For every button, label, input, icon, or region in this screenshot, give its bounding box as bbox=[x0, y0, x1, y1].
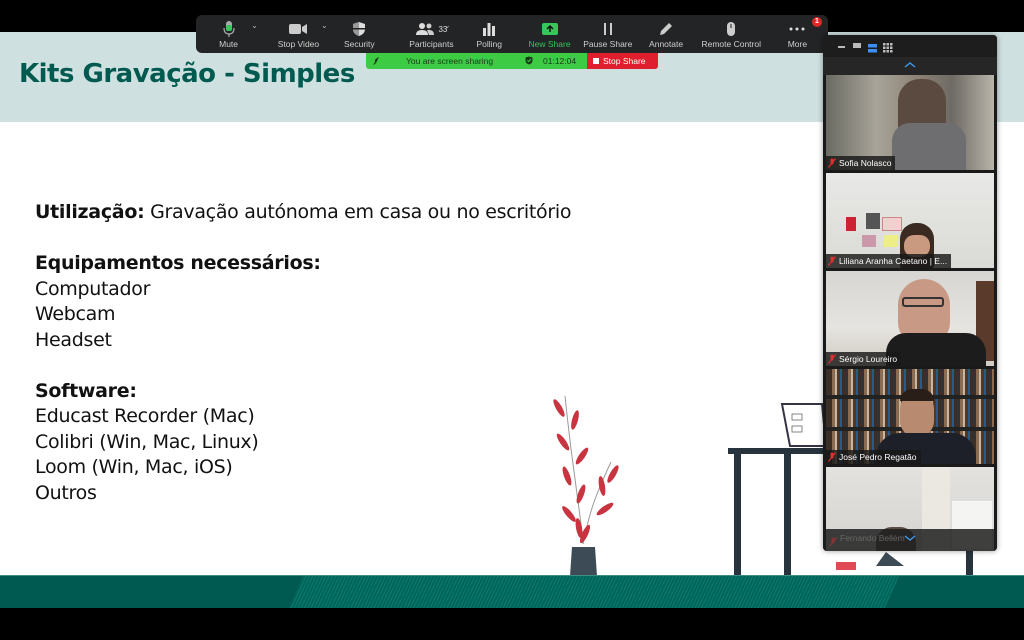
participant-name: Sofia Nolasco bbox=[839, 158, 892, 168]
mute-options-caret[interactable]: ⌄ bbox=[251, 21, 258, 30]
stop-share-button[interactable]: Stop Share bbox=[587, 53, 658, 69]
scroll-up-button[interactable] bbox=[823, 57, 997, 75]
polling-button[interactable]: Polling bbox=[465, 15, 514, 53]
scroll-down-button[interactable]: Fernando Bellém bbox=[823, 529, 997, 551]
remote-control-label: Remote Control bbox=[701, 39, 761, 49]
security-button[interactable]: Security bbox=[334, 15, 385, 53]
usage-text: Gravação autónoma em casa ou no escritór… bbox=[144, 201, 572, 223]
participant-video-panel: Sofia Nolasco Liliana Aranha Caetano | E… bbox=[823, 35, 997, 551]
participants-options-caret[interactable]: ⌄ bbox=[444, 21, 451, 30]
more-dots-icon bbox=[789, 19, 805, 39]
minimize-icon[interactable] bbox=[838, 46, 845, 48]
participant-name: José Pedro Regatão bbox=[839, 452, 917, 462]
annotate-label: Annotate bbox=[649, 39, 684, 49]
usage-label: Utilização: bbox=[35, 201, 145, 223]
video-options-caret[interactable]: ⌄ bbox=[321, 21, 328, 30]
pause-share-label: Pause Share bbox=[583, 39, 633, 49]
muted-mic-icon bbox=[828, 256, 836, 266]
muted-mic-icon bbox=[828, 452, 836, 462]
encryption-shield-icon bbox=[525, 56, 533, 67]
participant-name: Sérgio Loureiro bbox=[839, 354, 898, 364]
shield-icon bbox=[352, 19, 366, 39]
polling-label: Polling bbox=[476, 39, 502, 49]
participant-name-bar: Liliana Aranha Caetano | E... bbox=[826, 254, 952, 268]
video-tile[interactable]: Sofia Nolasco bbox=[826, 75, 994, 170]
participant-name: Fernando Bellém bbox=[840, 533, 905, 543]
bar-chart-icon bbox=[482, 19, 496, 39]
hide-video-icon[interactable] bbox=[853, 43, 861, 48]
strip-view-icon[interactable] bbox=[868, 40, 877, 58]
meeting-toolbar: Mute ⌄ Stop Video ⌄ Security 33 Particip… bbox=[196, 15, 828, 53]
gallery-view-icon[interactable] bbox=[883, 40, 893, 58]
slide-content: Utilização: Gravação autónoma em casa ou… bbox=[35, 200, 571, 506]
equipment-item: Webcam bbox=[35, 303, 116, 325]
participants-button[interactable]: 33 Participants bbox=[387, 15, 476, 53]
equipment-heading: Equipamentos necessários: bbox=[35, 252, 321, 274]
security-label: Security bbox=[343, 39, 375, 49]
participant-name-bar: Sérgio Loureiro bbox=[826, 352, 902, 366]
slide-footer-pattern bbox=[289, 576, 899, 608]
usage-line: Utilização: Gravação autónoma em casa ou… bbox=[35, 200, 571, 226]
mute-label: Mute bbox=[219, 39, 239, 49]
remote-control-button[interactable]: Remote Control bbox=[696, 15, 767, 53]
participant-name: Liliana Aranha Caetano | E... bbox=[839, 256, 948, 266]
chevron-down-icon bbox=[904, 535, 916, 541]
sharing-status-text: You are screen sharing bbox=[406, 56, 494, 66]
stop-video-label: Stop Video bbox=[277, 39, 320, 49]
muted-mic-icon bbox=[828, 354, 836, 364]
slide-title: Kits Gravação - Simples bbox=[19, 59, 355, 89]
participant-name-bar: Sofia Nolasco bbox=[826, 156, 896, 170]
pencil-icon bbox=[659, 19, 673, 39]
participants-label: Participants bbox=[409, 39, 454, 49]
new-share-label: New Share bbox=[528, 39, 571, 49]
software-item: Educast Recorder (Mac) bbox=[35, 405, 255, 427]
software-item: Loom (Win, Mac, iOS) bbox=[35, 456, 233, 478]
share-up-arrow-icon bbox=[541, 19, 559, 39]
video-camera-icon bbox=[288, 19, 308, 39]
more-button[interactable]: 1 More bbox=[767, 15, 828, 53]
pause-share-button[interactable]: Pause Share bbox=[579, 15, 636, 53]
microphone-icon bbox=[222, 19, 235, 39]
software-item: Outros bbox=[35, 481, 97, 504]
more-label: More bbox=[787, 39, 808, 49]
new-share-button[interactable]: New Share bbox=[520, 15, 579, 53]
video-tile[interactable]: Sérgio Loureiro bbox=[826, 271, 994, 366]
plant-illustration bbox=[553, 395, 619, 576]
muted-mic-icon bbox=[828, 158, 836, 168]
video-panel-header bbox=[823, 35, 997, 57]
participants-icon: 33 bbox=[415, 19, 447, 39]
sharing-status[interactable]: You are screen sharing 01:12:04 bbox=[366, 53, 587, 69]
drag-handle-icon[interactable] bbox=[372, 56, 380, 68]
stop-share-label: Stop Share bbox=[603, 56, 646, 66]
muted-mic-icon bbox=[829, 534, 837, 547]
screen-sharing-bar: You are screen sharing 01:12:04 Stop Sha… bbox=[366, 53, 658, 69]
annotate-button[interactable]: Annotate bbox=[636, 15, 695, 53]
video-tile[interactable]: Liliana Aranha Caetano | E... bbox=[826, 173, 994, 268]
video-tile[interactable]: José Pedro Regatão bbox=[826, 369, 994, 464]
equipment-item: Computador bbox=[35, 277, 151, 300]
notification-badge: 1 bbox=[812, 17, 822, 27]
participant-name-bar: José Pedro Regatão bbox=[826, 450, 921, 464]
stop-icon bbox=[593, 58, 599, 64]
pause-icon bbox=[602, 19, 614, 39]
mouse-icon bbox=[726, 19, 736, 39]
equipment-item: Headset bbox=[35, 328, 112, 351]
software-item: Colibri (Win, Mac, Linux) bbox=[35, 430, 259, 453]
software-heading: Software: bbox=[35, 379, 137, 402]
sharing-timer: 01:12:04 bbox=[543, 56, 577, 66]
chevron-up-icon bbox=[904, 62, 916, 68]
